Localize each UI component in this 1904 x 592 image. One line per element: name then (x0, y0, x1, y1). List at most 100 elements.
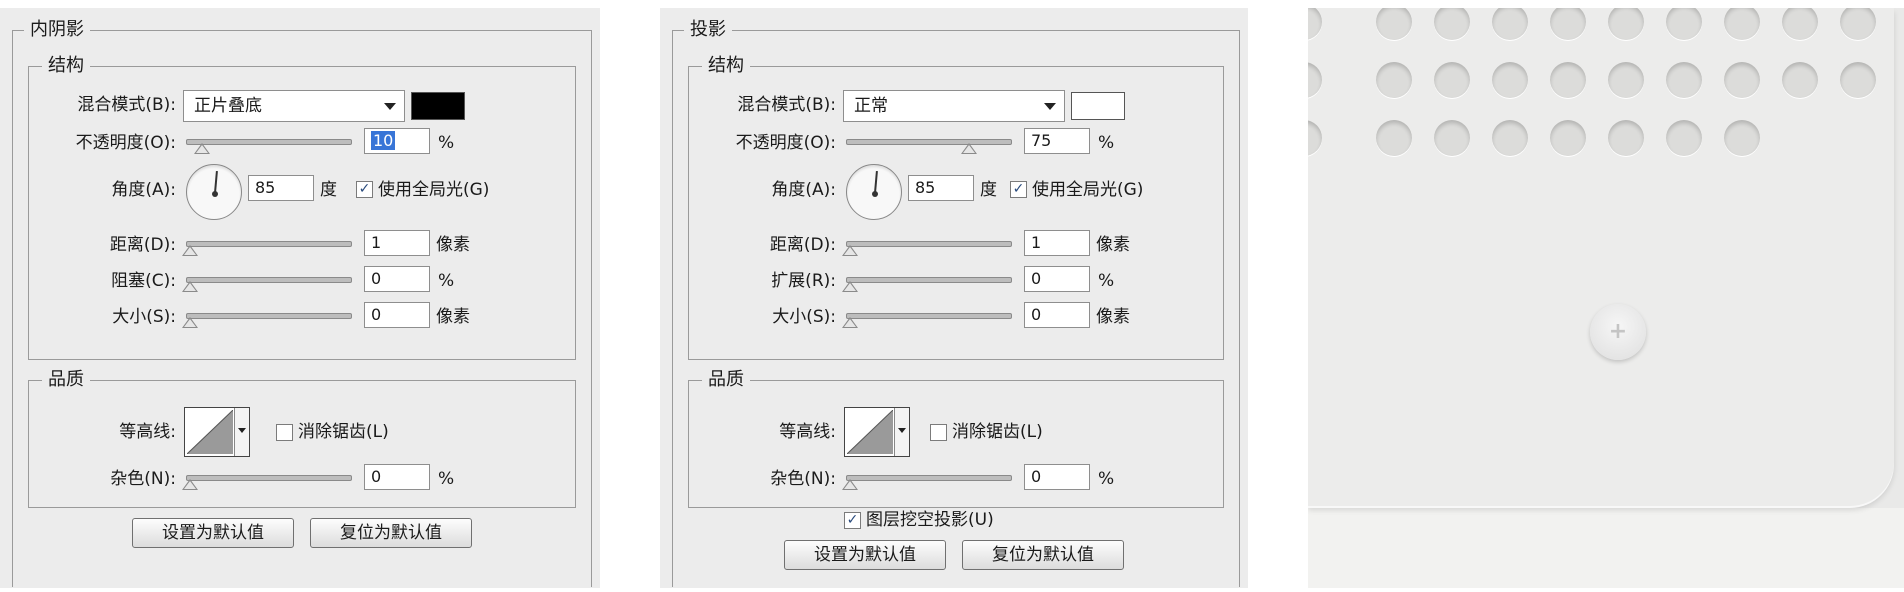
preview-image: + (1308, 8, 1904, 588)
contour-picker[interactable] (844, 407, 910, 457)
noise-slider-thumb[interactable] (842, 479, 858, 490)
noise-label: 杂色(N): (110, 469, 176, 489)
preview-hole (1434, 62, 1470, 98)
chevron-down-icon (894, 408, 909, 456)
knockout-checkbox[interactable]: ✓ (844, 512, 861, 529)
blend-mode-label: 混合模式(B): (737, 95, 836, 115)
global-light-label: 使用全局光(G) (1032, 180, 1144, 200)
choke-label: 阻塞(C): (111, 271, 176, 291)
choke-input[interactable]: 0 (364, 266, 430, 292)
size-label: 大小(S): (112, 307, 176, 327)
distance-slider-thumb[interactable] (182, 245, 198, 256)
preview-hole (1724, 120, 1760, 156)
preview-hole (1550, 62, 1586, 98)
preview-hole (1376, 120, 1412, 156)
noise-slider-track[interactable] (846, 475, 1012, 481)
angle-dial[interactable] (846, 164, 902, 220)
noise-label: 杂色(N): (770, 469, 836, 489)
inner-shadow-panel: 内阴影 结构 混合模式(B): 正片叠底 不透明度(O): 10 % 角度(A)… (0, 8, 600, 588)
spread-slider-track[interactable] (846, 277, 1012, 283)
preview-hole (1782, 62, 1818, 98)
spread-input[interactable]: 0 (1024, 266, 1090, 292)
chevron-down-icon (1044, 103, 1056, 110)
opacity-label: 不透明度(O): (75, 133, 176, 153)
angle-input[interactable]: 85 (248, 175, 314, 201)
angle-unit: 度 (980, 180, 997, 200)
opacity-input[interactable]: 10 (364, 128, 430, 154)
quality-title: 品质 (42, 370, 90, 390)
global-light-checkbox[interactable]: ✓ (1010, 181, 1027, 198)
preview-hole (1666, 120, 1702, 156)
distance-input[interactable]: 1 (364, 230, 430, 256)
noise-unit: % (1098, 469, 1115, 489)
chevron-down-icon (234, 408, 249, 456)
screw-icon: + (1590, 304, 1646, 360)
choke-unit: % (438, 271, 455, 291)
drop-shadow-panel: 投影 结构 混合模式(B): 正常 不透明度(O): 75 % 角度(A): 8… (660, 8, 1248, 588)
distance-slider-track[interactable] (846, 241, 1012, 247)
size-input[interactable]: 0 (364, 302, 430, 328)
opacity-slider-track[interactable] (186, 139, 352, 145)
choke-slider-thumb[interactable] (182, 281, 198, 292)
opacity-input[interactable]: 75 (1024, 128, 1090, 154)
preview-hole (1666, 62, 1702, 98)
size-input[interactable]: 0 (1024, 302, 1090, 328)
preview-hole (1724, 62, 1760, 98)
size-slider-track[interactable] (186, 313, 352, 319)
quality-title: 品质 (702, 370, 750, 390)
distance-label: 距离(D): (769, 235, 836, 255)
angle-label: 角度(A): (111, 180, 176, 200)
distance-input[interactable]: 1 (1024, 230, 1090, 256)
blend-mode-select[interactable]: 正片叠底 (183, 90, 405, 122)
size-label: 大小(S): (772, 307, 836, 327)
angle-dial-center (212, 191, 218, 197)
set-default-button[interactable]: 设置为默认值 (784, 540, 946, 570)
shadow-color-swatch[interactable] (411, 92, 465, 120)
structure-title: 结构 (702, 56, 750, 76)
structure-title: 结构 (42, 56, 90, 76)
noise-input[interactable]: 0 (1024, 464, 1090, 490)
opacity-label: 不透明度(O): (735, 133, 836, 153)
noise-slider-thumb[interactable] (182, 479, 198, 490)
size-slider-thumb[interactable] (842, 317, 858, 328)
opacity-slider-track[interactable] (846, 139, 1012, 145)
noise-slider-track[interactable] (186, 475, 352, 481)
antialias-checkbox[interactable] (930, 424, 947, 441)
preview-floor (1308, 508, 1904, 588)
blend-mode-select[interactable]: 正常 (843, 90, 1065, 122)
opacity-value: 10 (371, 131, 396, 150)
angle-input[interactable]: 85 (908, 175, 974, 201)
distance-slider-thumb[interactable] (842, 245, 858, 256)
shadow-color-swatch[interactable] (1071, 92, 1125, 120)
spread-label: 扩展(R): (771, 271, 836, 291)
screw-plus-icon: + (1608, 319, 1628, 344)
set-default-button[interactable]: 设置为默认值 (132, 518, 294, 548)
preview-hole (1492, 62, 1528, 98)
contour-label: 等高线: (779, 422, 836, 442)
noise-input[interactable]: 0 (364, 464, 430, 490)
spread-slider-thumb[interactable] (842, 281, 858, 292)
size-unit: 像素 (1096, 307, 1130, 327)
blend-mode-value: 正常 (854, 96, 888, 116)
angle-dial-hand (214, 170, 218, 194)
distance-unit: 像素 (1096, 235, 1130, 255)
distance-label: 距离(D): (109, 235, 176, 255)
contour-label: 等高线: (119, 422, 176, 442)
angle-dial-center (872, 191, 878, 197)
size-slider-track[interactable] (846, 313, 1012, 319)
global-light-checkbox[interactable]: ✓ (356, 181, 373, 198)
knockout-label: 图层挖空投影(U) (866, 510, 994, 530)
choke-slider-track[interactable] (186, 277, 352, 283)
opacity-slider-thumb[interactable] (961, 143, 977, 154)
contour-picker[interactable] (184, 407, 250, 457)
angle-dial[interactable] (186, 164, 242, 220)
antialias-checkbox[interactable] (276, 424, 293, 441)
contour-curve-icon (187, 410, 233, 454)
distance-slider-track[interactable] (186, 241, 352, 247)
reset-default-button[interactable]: 复位为默认值 (310, 518, 472, 548)
reset-default-button[interactable]: 复位为默认值 (962, 540, 1124, 570)
preview-hole (1608, 62, 1644, 98)
opacity-slider-thumb[interactable] (194, 143, 211, 154)
size-slider-thumb[interactable] (182, 317, 198, 328)
angle-unit: 度 (320, 180, 337, 200)
